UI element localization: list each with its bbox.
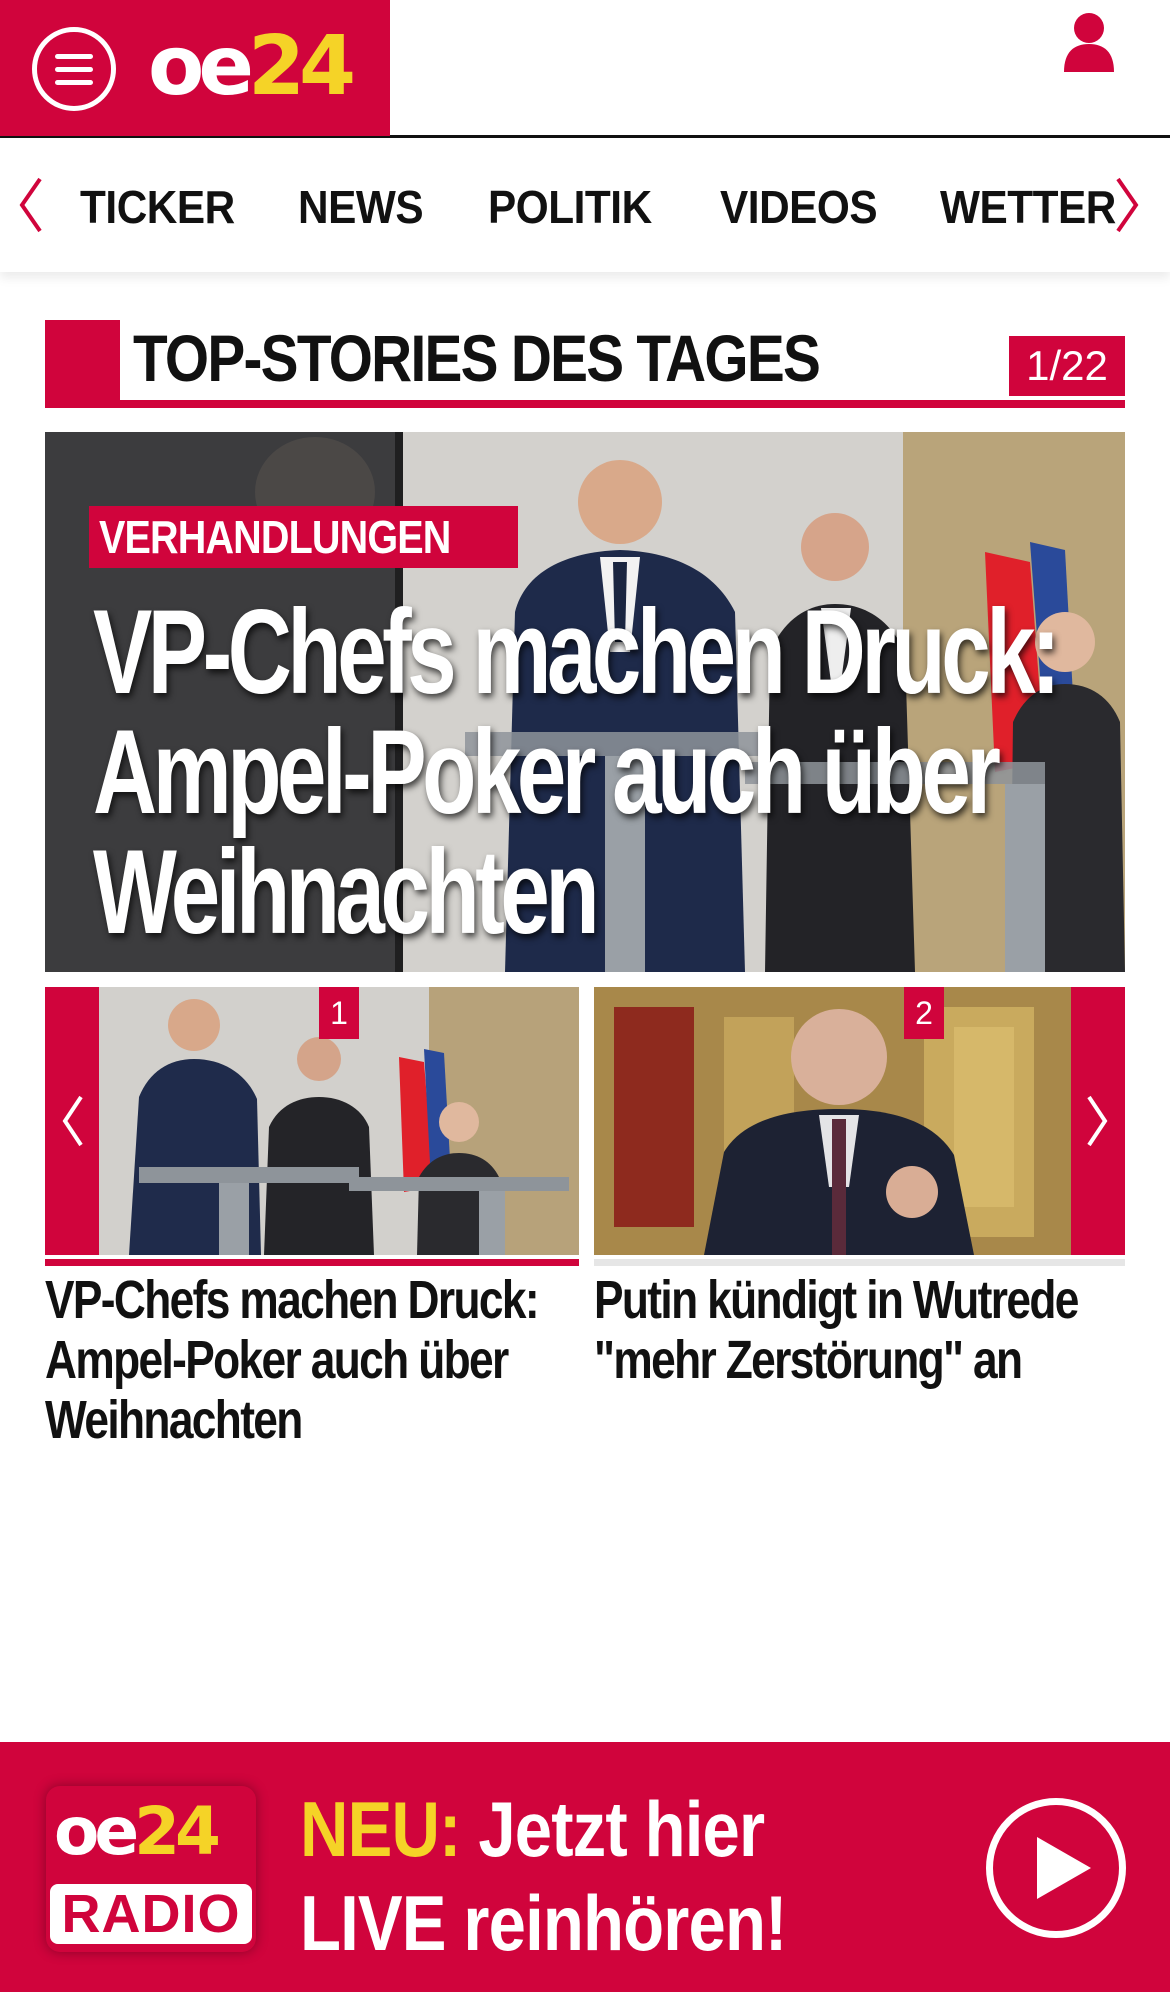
chevron-right-icon[interactable]: [1112, 175, 1142, 235]
brand-block: oe24: [0, 0, 390, 136]
radio-logo-label: RADIO: [50, 1884, 252, 1944]
active-story-indicator: [45, 1259, 579, 1266]
story-title-link[interactable]: VP-Chefs machen Druck: Ampel-Poker auch …: [45, 1270, 578, 1450]
chevron-left-icon: [62, 1095, 83, 1147]
hero-headline[interactable]: VP-Chefs machen Druck: Ampel-Poker auch …: [93, 592, 1092, 952]
radio-logo: oe24 RADIO: [46, 1786, 256, 1952]
section-title: TOP-STORIES DES TAGES: [133, 321, 821, 395]
carousel-thumb[interactable]: 1: [99, 987, 579, 1255]
user-icon[interactable]: [1062, 12, 1116, 72]
play-icon[interactable]: [986, 1798, 1126, 1938]
carousel-thumb[interactable]: 2: [594, 987, 1071, 1255]
radio-line2: LIVE reinhören!: [300, 1879, 787, 1967]
site-logo[interactable]: oe24: [148, 19, 356, 114]
nav-item-politik[interactable]: POLITIK: [488, 177, 652, 237]
site-header: oe24: [0, 0, 1170, 138]
chevron-right-icon: [1087, 1095, 1108, 1147]
nav-item-videos[interactable]: VIDEOS: [720, 177, 878, 237]
heading-accent: [45, 320, 120, 408]
hero-story[interactable]: VERHANDLUNGEN VP-Chefs machen Druck: Amp…: [45, 432, 1125, 972]
menu-icon[interactable]: [32, 27, 116, 111]
radio-new-label: NEU:: [300, 1785, 461, 1873]
hero-kicker: VERHANDLUNGEN: [89, 506, 518, 568]
logo-oe: oe: [148, 19, 254, 114]
logo-number: 24: [247, 19, 356, 114]
inactive-story-indicator: [594, 1259, 1125, 1266]
story-thumbnail-image: [594, 987, 1071, 1255]
carousel-next-button[interactable]: [1071, 987, 1125, 1255]
nav-item-ticker[interactable]: TICKER: [80, 177, 235, 237]
nav-item-news[interactable]: NEWS: [298, 177, 424, 237]
slide-counter: 1/22: [1009, 336, 1125, 396]
section-heading: TOP-STORIES DES TAGES 1/22: [45, 320, 1125, 408]
chevron-left-icon[interactable]: [16, 175, 46, 235]
nav-item-wetter[interactable]: WETTER: [940, 177, 1116, 237]
heading-underline: [45, 400, 1125, 408]
story-number: 1: [319, 987, 359, 1039]
story-title-link[interactable]: Putin kündigt in Wutrede "mehr Zerstörun…: [594, 1270, 1127, 1390]
radio-line1: Jetzt hier: [460, 1785, 765, 1873]
radio-promo-text: NEU: Jetzt hier LIVE reinhören!: [300, 1782, 787, 1970]
radio-logo-number: 24: [134, 1793, 221, 1870]
carousel-prev-button[interactable]: [45, 987, 99, 1255]
radio-banner[interactable]: oe24 RADIO NEU: Jetzt hier LIVE reinhöre…: [0, 1742, 1170, 1992]
radio-logo-oe: oe: [54, 1793, 139, 1870]
story-carousel: 1 2: [45, 987, 1125, 1255]
story-number: 2: [904, 987, 944, 1039]
radio-logo-wordmark: oe24: [54, 1792, 221, 1872]
category-nav: TICKER NEWS POLITIK VIDEOS WETTER: [0, 139, 1170, 272]
